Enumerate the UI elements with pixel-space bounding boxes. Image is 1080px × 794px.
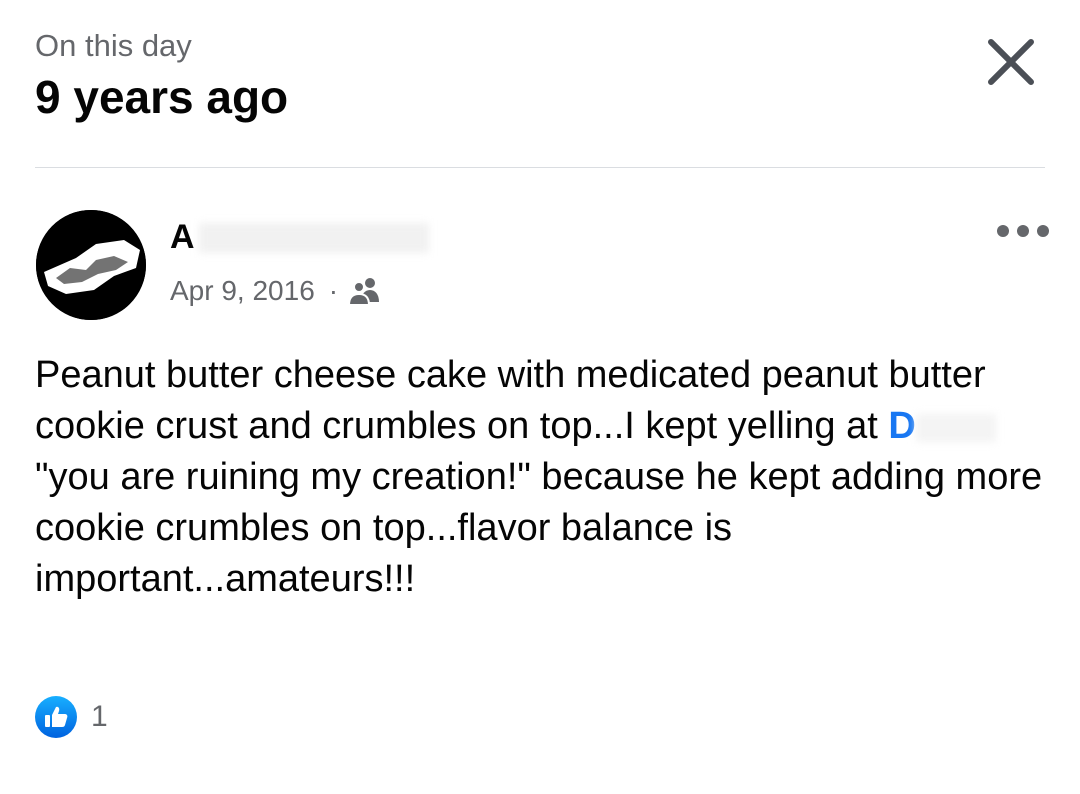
reactions-summary[interactable]: 1 xyxy=(35,696,108,738)
friends-icon[interactable] xyxy=(348,276,382,306)
post-text: Peanut butter cheese cake with medicated… xyxy=(35,350,1045,605)
avatar[interactable] xyxy=(36,210,146,320)
post-text-part1: Peanut butter cheese cake with medicated… xyxy=(35,354,986,447)
mention-redacted xyxy=(915,413,996,442)
reaction-count: 1 xyxy=(91,700,108,733)
author-name[interactable]: A xyxy=(170,218,195,257)
post-date[interactable]: Apr 9, 2016 xyxy=(170,275,315,307)
close-button[interactable] xyxy=(985,36,1037,88)
author-name-redacted xyxy=(198,222,429,253)
avatar-image xyxy=(36,210,146,320)
post-author[interactable]: A xyxy=(170,218,429,257)
meta-separator: · xyxy=(328,275,339,306)
divider xyxy=(35,167,1045,168)
like-icon xyxy=(35,696,77,738)
post-text-part2: "you are ruining my creation!" because h… xyxy=(35,456,1043,600)
post-meta: Apr 9, 2016 · xyxy=(170,275,382,307)
memory-title: 9 years ago xyxy=(35,71,289,123)
more-icon xyxy=(997,225,1049,237)
mention-link[interactable]: D xyxy=(888,405,915,447)
close-icon xyxy=(988,39,1034,85)
more-options-button[interactable] xyxy=(994,219,1052,243)
memory-subtitle: On this day xyxy=(35,28,192,63)
